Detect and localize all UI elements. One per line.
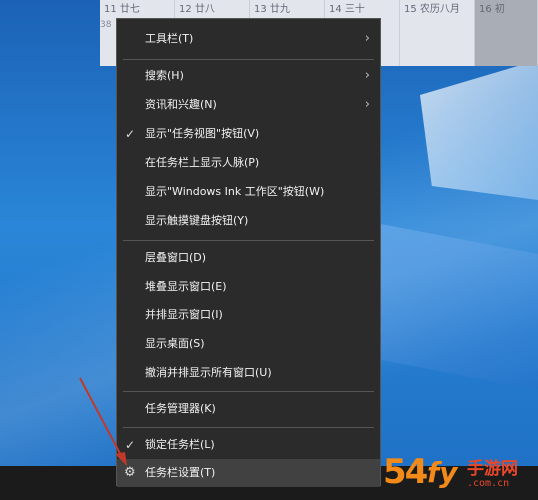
- calendar-day-label: 14 三十: [329, 4, 365, 15]
- watermark-name: 手游网: [467, 459, 518, 479]
- menu-item-toolbars[interactable]: 工具栏(T) ›: [117, 25, 380, 53]
- calendar-day-label: 12 廿八: [179, 4, 215, 15]
- taskbar-context-menu: 工具栏(T) › 搜索(H) › 资讯和兴趣(N) › ✓ 显示"任务视图"按钮…: [116, 18, 381, 487]
- calendar-day-label: 16 初: [479, 4, 505, 15]
- calendar-day-label: 15 农历八月: [404, 4, 460, 15]
- menu-item-cascade-windows[interactable]: 层叠窗口(D): [117, 244, 380, 272]
- menu-item-show-desktop[interactable]: 显示桌面(S): [117, 330, 380, 358]
- menu-item-show-task-view-button[interactable]: ✓ 显示"任务视图"按钮(V): [117, 120, 380, 148]
- gear-icon: ⚙: [124, 465, 136, 480]
- site-watermark: 54 fy 手游网 .com.cn: [383, 450, 538, 500]
- menu-item-label: 资讯和兴趣(N): [145, 98, 217, 111]
- calendar-day-label: 13 廿九: [254, 4, 290, 15]
- menu-item-label: 工具栏(T): [145, 32, 194, 45]
- menu-item-search[interactable]: 搜索(H) ›: [117, 62, 380, 90]
- menu-item-stack-windows[interactable]: 堆叠显示窗口(E): [117, 273, 380, 301]
- menu-item-undo-side-by-side[interactable]: 撤消并排显示所有窗口(U): [117, 359, 380, 387]
- watermark-url: .com.cn: [467, 478, 510, 489]
- menu-item-label: 堆叠显示窗口(E): [145, 280, 227, 293]
- calendar-day[interactable]: 15 农历八月: [400, 0, 475, 66]
- menu-separator: [123, 427, 374, 428]
- wallpaper-light-panel: [420, 60, 538, 200]
- menu-item-label: 在任务栏上显示人脉(P): [145, 156, 260, 169]
- menu-item-show-touch-keyboard[interactable]: 显示触摸键盘按钮(Y): [117, 207, 380, 235]
- menu-item-show-windows-ink[interactable]: 显示"Windows Ink 工作区"按钮(W): [117, 178, 380, 206]
- wallpaper-light-panel: [360, 220, 538, 390]
- menu-item-label: 显示桌面(S): [145, 337, 205, 350]
- menu-item-label: 搜索(H): [145, 69, 184, 82]
- menu-item-label: 显示触摸键盘按钮(Y): [145, 214, 249, 227]
- menu-item-label: 显示"Windows Ink 工作区"按钮(W): [145, 185, 325, 198]
- menu-item-label: 显示"任务视图"按钮(V): [145, 127, 260, 140]
- menu-item-side-by-side-windows[interactable]: 并排显示窗口(I): [117, 301, 380, 329]
- chevron-right-icon: ›: [364, 97, 370, 112]
- menu-item-taskbar-settings[interactable]: ⚙ 任务栏设置(T): [117, 459, 380, 487]
- menu-item-show-people[interactable]: 在任务栏上显示人脉(P): [117, 149, 380, 177]
- menu-item-label: 锁定任务栏(L): [145, 438, 215, 451]
- watermark-number: 54: [383, 452, 428, 492]
- chevron-right-icon: ›: [364, 68, 370, 83]
- menu-item-label: 并排显示窗口(I): [145, 308, 223, 321]
- menu-item-label: 任务栏设置(T): [145, 466, 216, 479]
- checkmark-icon: ✓: [125, 127, 136, 141]
- menu-separator: [123, 59, 374, 60]
- checkmark-icon: ✓: [125, 438, 136, 452]
- chevron-right-icon: ›: [364, 31, 370, 46]
- calendar-day-selected[interactable]: 16 初: [475, 0, 538, 66]
- menu-item-label: 层叠窗口(D): [145, 251, 207, 264]
- menu-separator: [123, 240, 374, 241]
- menu-item-label: 撤消并排显示所有窗口(U): [145, 366, 272, 379]
- watermark-logo-mark: fy: [427, 456, 458, 489]
- menu-item-lock-taskbar[interactable]: ✓ 锁定任务栏(L): [117, 431, 380, 459]
- menu-item-task-manager[interactable]: 任务管理器(K): [117, 395, 380, 423]
- menu-item-label: 任务管理器(K): [145, 402, 216, 415]
- menu-separator: [123, 391, 374, 392]
- menu-item-news-and-interests[interactable]: 资讯和兴趣(N) ›: [117, 91, 380, 119]
- calendar-day-label: 11 廿七: [104, 4, 140, 15]
- calendar-week-number: 38: [100, 20, 112, 30]
